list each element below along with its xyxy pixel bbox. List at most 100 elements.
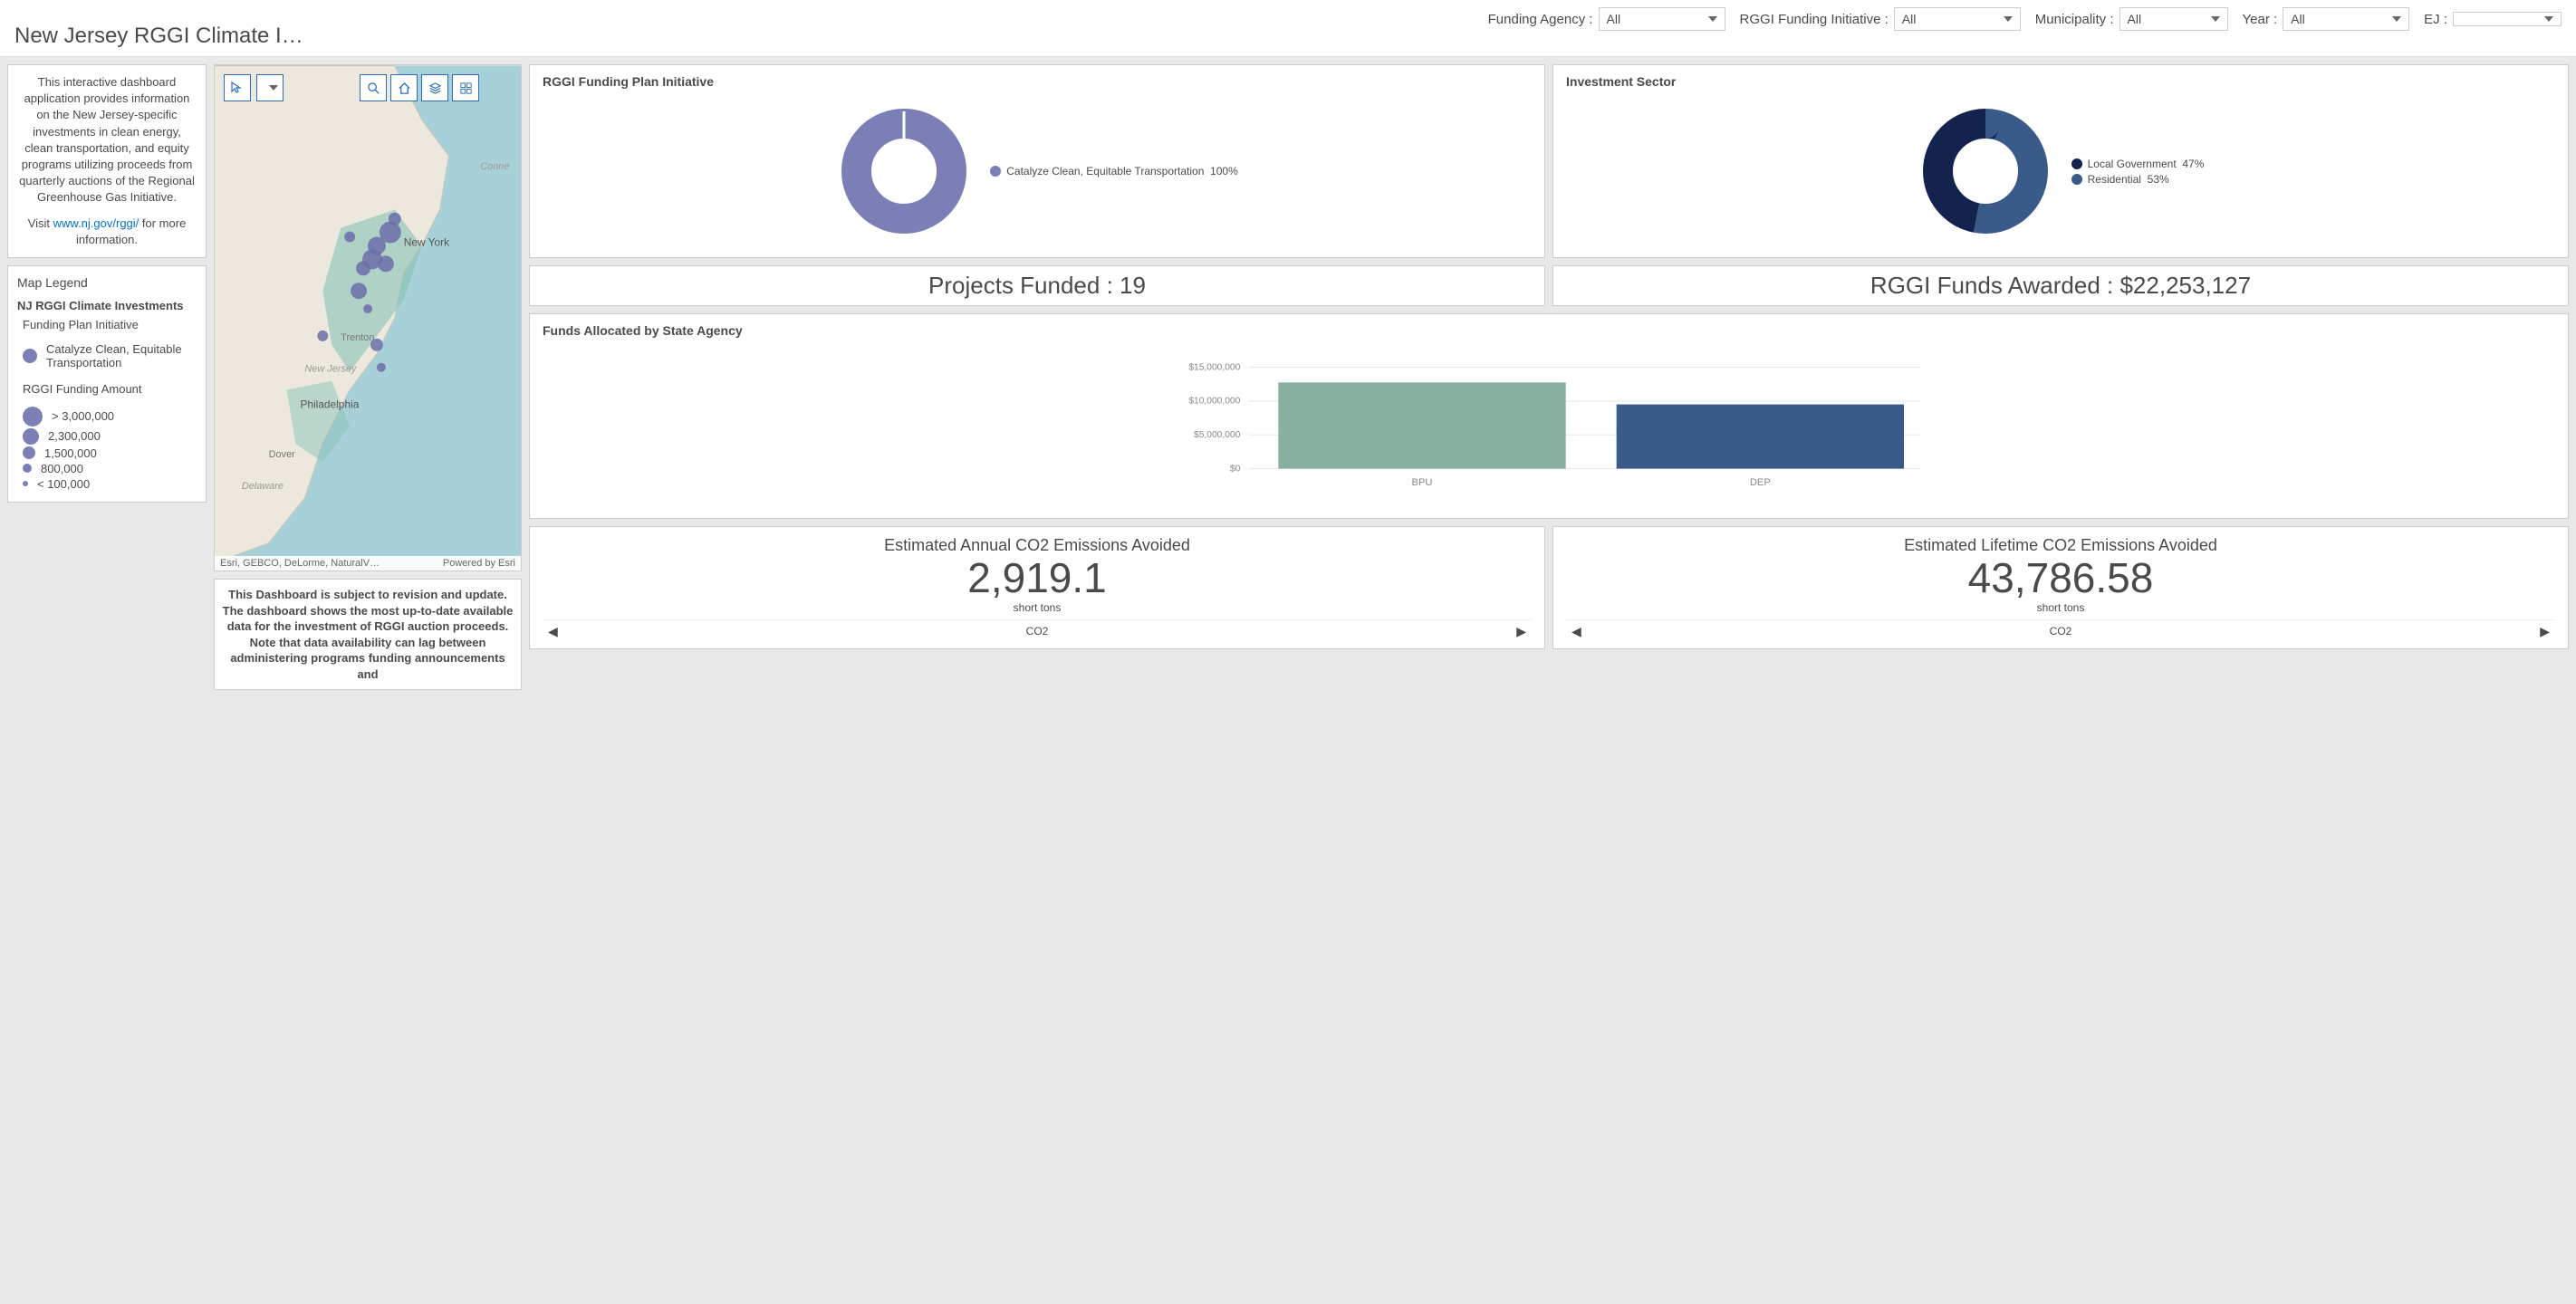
filter-select-rggi-initiative[interactable]: All xyxy=(1894,7,2021,31)
map-panel[interactable]: New York Philadelphia Trenton Dover New … xyxy=(214,64,522,571)
map-attribution: Esri, GEBCO, DeLorme, NaturalV… Powered … xyxy=(215,556,521,570)
filter-select-ej[interactable] xyxy=(2453,12,2562,26)
bar-bpu[interactable] xyxy=(1278,382,1565,468)
map-label-trenton: Trenton xyxy=(341,332,374,343)
intro-text: This interactive dashboard application p… xyxy=(17,74,197,206)
pager-label: CO2 xyxy=(2050,625,2072,638)
pager-next[interactable]: ▶ xyxy=(1511,624,1532,639)
chevron-down-icon xyxy=(269,85,278,91)
donut-legend: Catalyze Clean, Equitable Transportation… xyxy=(990,162,1238,180)
filter-value: All xyxy=(2128,12,2142,26)
legend-row: Local Government 47% xyxy=(2071,158,2205,170)
intro-link[interactable]: www.nj.gov/rggi/ xyxy=(53,216,139,230)
powered-by-text: Powered by Esri xyxy=(443,558,515,569)
attribution-text: Esri, GEBCO, DeLorme, NaturalV… xyxy=(220,558,380,569)
legend-row: Catalyze Clean, Equitable Transportation… xyxy=(990,165,1238,177)
y-tick: $5,000,000 xyxy=(1194,430,1241,440)
disclaimer-text: This Dashboard is subject to revision an… xyxy=(223,588,514,681)
filter-select-funding-agency[interactable]: All xyxy=(1599,7,1725,31)
y-tick: $0 xyxy=(1230,464,1241,474)
intro-link-line: Visit www.nj.gov/rggi/ for more informat… xyxy=(17,216,197,248)
stat-text: Projects Funded : 19 xyxy=(928,272,1146,299)
map-svg: New York Philadelphia Trenton Dover New … xyxy=(215,65,521,570)
co2-unit: short tons xyxy=(1566,601,2555,614)
panel-title: Estimated Lifetime CO2 Emissions Avoided xyxy=(1566,536,2555,555)
map-point[interactable] xyxy=(344,232,355,243)
y-tick: $10,000,000 xyxy=(1188,397,1240,407)
filter-label: RGGI Funding Initiative : xyxy=(1740,12,1889,27)
filter-municipality: Municipality : All xyxy=(2035,7,2228,31)
filter-bar: Funding Agency : All RGGI Funding Initia… xyxy=(1488,7,2562,31)
map-point[interactable] xyxy=(363,304,372,313)
legend-title: Map Legend xyxy=(17,275,197,290)
legend-size-icon xyxy=(23,446,35,459)
chevron-down-icon xyxy=(2211,16,2220,22)
legend-bucket-label: 1,500,000 xyxy=(44,446,97,460)
legend-bucket: > 3,000,000 xyxy=(23,407,197,427)
home-icon xyxy=(398,82,411,95)
pager-prev[interactable]: ◀ xyxy=(543,624,563,639)
select-tool-dropdown[interactable] xyxy=(256,74,284,101)
basemap-button[interactable] xyxy=(452,74,479,101)
stat-text: RGGI Funds Awarded : $22,253,127 xyxy=(1870,272,2251,299)
legend-plan-label: Catalyze Clean, Equitable Transportation xyxy=(46,342,182,369)
filter-value: All xyxy=(1902,12,1917,26)
select-tool-button[interactable] xyxy=(224,74,251,101)
filter-select-year[interactable]: All xyxy=(2283,7,2409,31)
map-label-phl: Philadelphia xyxy=(300,398,359,410)
chevron-down-icon xyxy=(2004,16,2013,22)
filter-funding-agency: Funding Agency : All xyxy=(1488,7,1725,31)
co2-annual-panel: Estimated Annual CO2 Emissions Avoided 2… xyxy=(529,526,1545,649)
pager: ◀ CO2 ▶ xyxy=(543,619,1532,639)
map-point[interactable] xyxy=(356,261,370,275)
co2-value: 2,919.1 xyxy=(543,555,1532,601)
home-button[interactable] xyxy=(390,74,418,101)
map-point[interactable] xyxy=(351,283,367,299)
filter-ej: EJ : xyxy=(2424,7,2562,31)
swatch-icon xyxy=(2071,158,2082,169)
filter-select-municipality[interactable]: All xyxy=(2119,7,2228,31)
map-point[interactable] xyxy=(377,363,386,372)
filter-label: EJ : xyxy=(2424,12,2447,27)
disclaimer-card: This Dashboard is subject to revision an… xyxy=(214,579,522,690)
map-point[interactable] xyxy=(317,331,328,341)
pager-next[interactable]: ▶ xyxy=(2534,624,2555,639)
legend-bucket-label: > 3,000,000 xyxy=(52,409,114,423)
legend-row: Residential 53% xyxy=(2071,173,2205,186)
donut-legend: Local Government 47% Residential 53% xyxy=(2071,155,2205,188)
grid-icon xyxy=(459,82,473,95)
page-title: New Jersey RGGI Climate I… xyxy=(14,7,303,49)
legend-size-icon xyxy=(23,481,28,486)
legend-plan-header: Funding Plan Initiative xyxy=(23,318,197,331)
legend-size-icon xyxy=(23,464,32,473)
chevron-down-icon xyxy=(2392,16,2401,22)
search-button[interactable] xyxy=(360,74,387,101)
panel-title: RGGI Funding Plan Initiative xyxy=(543,74,1532,89)
map-label-ct: Conne xyxy=(480,161,509,172)
layers-button[interactable] xyxy=(421,74,448,101)
map-toolbar-left xyxy=(224,74,284,101)
filter-value: All xyxy=(2291,12,2305,26)
bar-dep[interactable] xyxy=(1617,405,1904,469)
map-point[interactable] xyxy=(389,213,401,225)
legend-bucket: 1,500,000 xyxy=(23,446,197,460)
filter-rggi-initiative: RGGI Funding Initiative : All xyxy=(1740,7,2021,31)
legend-bucket-label: < 100,000 xyxy=(37,477,90,491)
swatch-icon xyxy=(2071,174,2082,185)
filter-label: Funding Agency : xyxy=(1488,12,1593,27)
pager: ◀ CO2 ▶ xyxy=(1566,619,2555,639)
intro-prefix: Visit xyxy=(28,216,53,230)
panel-title: Funds Allocated by State Agency xyxy=(543,323,2555,338)
map-point[interactable] xyxy=(378,255,394,272)
pager-prev[interactable]: ◀ xyxy=(1566,624,1587,639)
legend-text: Local Government 47% xyxy=(2088,158,2205,170)
map-point[interactable] xyxy=(370,339,383,351)
panel-title: Estimated Annual CO2 Emissions Avoided xyxy=(543,536,1532,555)
layers-icon xyxy=(428,82,442,95)
dashboard-layout: This interactive dashboard application p… xyxy=(0,57,2576,697)
stat-funds-awarded: RGGI Funds Awarded : $22,253,127 xyxy=(1552,265,2569,306)
legend-card: Map Legend NJ RGGI Climate Investments F… xyxy=(7,265,207,503)
bar-funds-by-agency: Funds Allocated by State Agency $15,000,… xyxy=(529,313,2569,519)
intro-card: This interactive dashboard application p… xyxy=(7,64,207,258)
map-label-newyork: New York xyxy=(404,235,449,248)
